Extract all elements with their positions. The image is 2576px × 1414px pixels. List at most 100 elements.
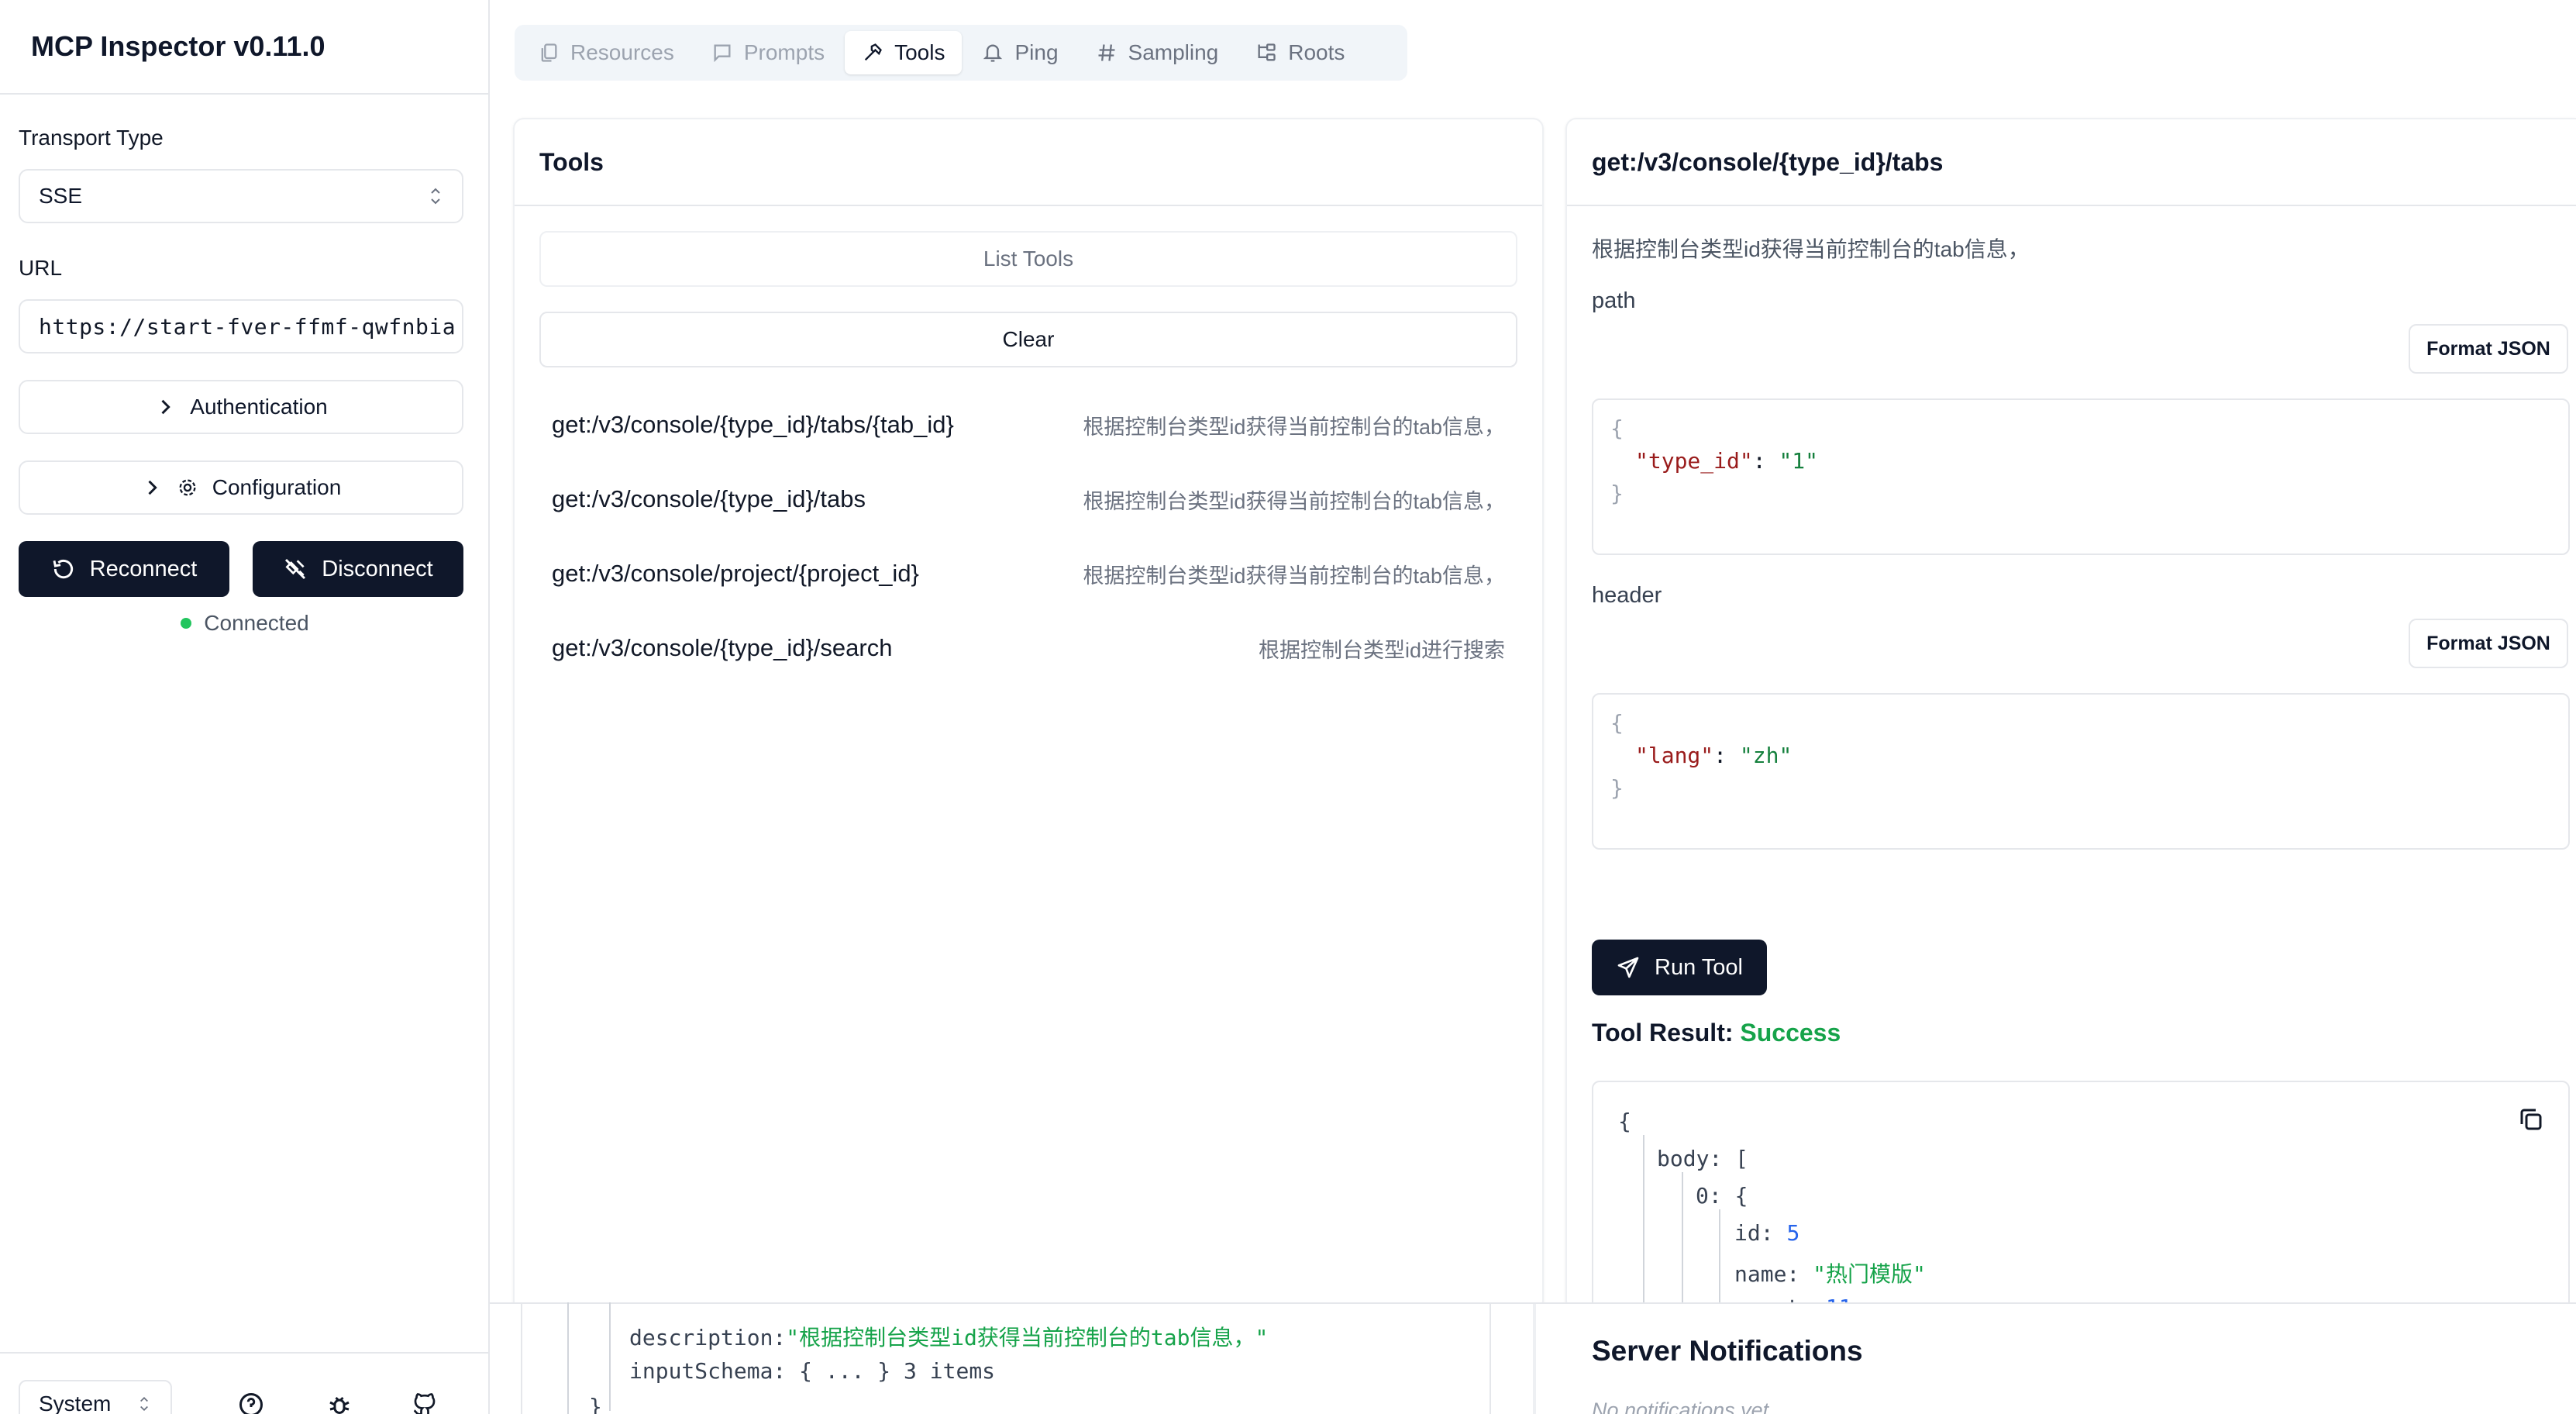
transport-type-label: Transport Type <box>19 126 164 150</box>
run-tool-label: Run Tool <box>1655 954 1743 980</box>
url-label: URL <box>19 256 63 280</box>
result-value: "根据控制台类型id获得当前控制台的tab信息，" <box>786 1325 1269 1350</box>
tool-result-viewer[interactable]: { body: [ 0: { id: 5 name: "热门模版" count:… <box>1592 1081 2570 1310</box>
tool-name: get:/v3/console/project/{project_id} <box>552 560 919 587</box>
tool-list-item[interactable]: get:/v3/console/{type_id}/search 根据控制台类型… <box>539 617 1517 679</box>
json-open-brace: { <box>1610 416 1624 441</box>
tool-detail-title: get:/v3/console/{type_id}/tabs <box>1567 119 2576 206</box>
result-open-brace: { <box>1618 1109 1631 1134</box>
tool-description: 根据控制台类型id进行搜索 <box>1258 638 1505 662</box>
github-icon[interactable] <box>411 1391 439 1414</box>
app-title: MCP Inspector v0.11.0 <box>31 30 325 62</box>
tree-guide-line <box>1682 1172 1683 1310</box>
tab-prompts[interactable]: Prompts <box>694 31 842 74</box>
hammer-icon <box>864 43 883 61</box>
json-open-brace: { <box>1610 710 1624 736</box>
json-colon: : <box>1713 743 1727 768</box>
tree-guide-line <box>567 1302 569 1414</box>
tool-result-heading: Tool Result: Success <box>1592 1019 1841 1047</box>
bug-icon[interactable] <box>325 1391 353 1414</box>
result-key: description: <box>629 1325 787 1350</box>
json-value: "zh" <box>1739 743 1793 768</box>
result-value: "热门模版" <box>1813 1261 1926 1287</box>
history-result-viewer[interactable]: description:"根据控制台类型id获得当前控制台的tab信息，" in… <box>521 1302 1491 1414</box>
theme-select[interactable]: System <box>19 1380 172 1414</box>
rotate-ccw-icon <box>53 559 73 579</box>
tree-guide-line <box>609 1302 611 1411</box>
url-input[interactable]: https://start-fver-ffmf-qwfnbia <box>19 299 463 354</box>
path-json-editor[interactable]: { "type_id": "1" } <box>1592 398 2570 555</box>
json-value: "1" <box>1779 448 1819 474</box>
clear-button[interactable]: Clear <box>539 312 1517 367</box>
resize-handle[interactable] <box>1533 1304 1536 1414</box>
bottom-panel: description:"根据控制台类型id获得当前控制台的tab信息，" in… <box>490 1302 2576 1414</box>
message-square-icon <box>714 44 731 63</box>
format-json-button[interactable]: Format JSON <box>2409 324 2568 374</box>
json-entry: "type_id": "1" <box>1610 445 2551 478</box>
history-schema-row: inputSchema: { ... } 3 items <box>629 1358 995 1384</box>
tab-sampling[interactable]: Sampling <box>1079 31 1236 74</box>
chevron-up-down-icon <box>140 1396 148 1412</box>
disconnect-label: Disconnect <box>322 556 433 581</box>
history-description-row: description:"根据控制台类型id获得当前控制台的tab信息，" <box>629 1321 1268 1352</box>
tab-label: Roots <box>1288 40 1345 64</box>
status-dot <box>181 618 192 629</box>
sidebar-footer: System <box>0 1352 490 1414</box>
json-key: "type_id" <box>1635 448 1753 474</box>
list-tools-button[interactable]: List Tools <box>539 231 1517 287</box>
tools-panel: Tools List Tools Clear get:/v3/console/{… <box>513 118 1544 1312</box>
tool-description: 根据控制台类型id获得当前控制台的tab信息， <box>1083 415 1505 439</box>
gear-icon <box>179 479 196 496</box>
tool-list-item[interactable]: get:/v3/console/{type_id}/tabs/{tab_id} … <box>539 394 1517 456</box>
json-colon: : <box>1752 448 1766 474</box>
result-key: body: <box>1657 1146 1723 1171</box>
tool-detail-panel: get:/v3/console/{type_id}/tabs 根据控制台类型id… <box>1565 118 2576 1312</box>
disconnect-button[interactable]: Disconnect <box>253 541 463 597</box>
theme-value: System <box>39 1392 112 1414</box>
hash-icon <box>1098 44 1115 61</box>
result-id-row: id: 5 <box>1734 1220 1799 1246</box>
collapsed-object[interactable]: { ... } <box>799 1358 890 1384</box>
configuration-toggle[interactable]: Configuration <box>19 460 463 515</box>
result-body-row: body: [ <box>1657 1146 1748 1171</box>
tool-name: get:/v3/console/{type_id}/search <box>552 634 893 661</box>
json-close-brace: } <box>1610 481 1624 506</box>
item-count: 3 items <box>904 1358 996 1384</box>
transport-type-value: SSE <box>39 184 83 208</box>
header-json-editor[interactable]: { "lang": "zh" } <box>1592 693 2570 850</box>
reconnect-label: Reconnect <box>89 556 198 581</box>
tool-description: 根据控制台类型id获得当前控制台的tab信息， <box>1083 489 1505 513</box>
tool-list-item[interactable]: get:/v3/console/project/{project_id} 根据控… <box>539 543 1517 605</box>
help-circle-icon[interactable] <box>237 1391 265 1414</box>
result-value: 5 <box>1786 1220 1800 1246</box>
tool-list-item[interactable]: get:/v3/console/{type_id}/tabs 根据控制台类型id… <box>539 468 1517 530</box>
configuration-label: Configuration <box>212 475 342 499</box>
reconnect-button[interactable]: Reconnect <box>19 541 229 597</box>
tools-panel-title: Tools <box>515 119 1542 206</box>
header-label: header <box>1592 583 1662 608</box>
connection-status: Connected <box>0 611 490 636</box>
tab-label: Ping <box>1014 40 1059 64</box>
tab-roots[interactable]: Roots <box>1238 31 1362 74</box>
unplug-icon <box>285 558 306 580</box>
sidebar-header: MCP Inspector v0.11.0 <box>0 0 488 95</box>
result-name-row: name: "热门模版" <box>1734 1257 1926 1288</box>
result-key: name: <box>1734 1261 1800 1287</box>
authentication-toggle[interactable]: Authentication <box>19 380 463 434</box>
json-close-brace: } <box>1610 775 1624 801</box>
json-entry: "lang": "zh" <box>1610 740 2551 772</box>
transport-type-select[interactable]: SSE <box>19 169 463 223</box>
send-icon <box>1617 957 1639 978</box>
tab-ping[interactable]: Ping <box>965 31 1075 74</box>
run-tool-button[interactable]: Run Tool <box>1592 940 1767 995</box>
copy-icon[interactable] <box>2517 1105 2545 1133</box>
authentication-label: Authentication <box>190 395 328 419</box>
format-json-button[interactable]: Format JSON <box>2409 619 2568 668</box>
result-key: 0: <box>1696 1183 1722 1209</box>
tool-name: get:/v3/console/{type_id}/tabs <box>552 485 866 512</box>
tab-resources[interactable]: Resources <box>521 31 691 74</box>
tab-label: Sampling <box>1128 40 1219 64</box>
tree-guide-line <box>1643 1135 1644 1310</box>
tab-label: Resources <box>570 40 674 64</box>
tab-tools[interactable]: Tools <box>845 31 963 74</box>
